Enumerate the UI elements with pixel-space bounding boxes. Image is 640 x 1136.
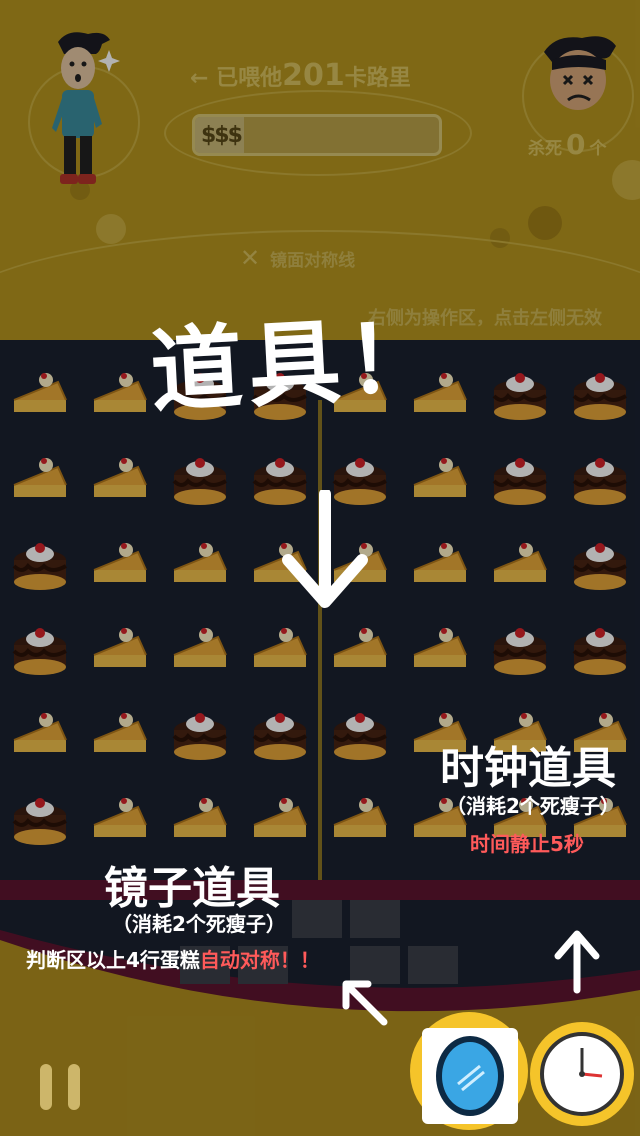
cheesecake-tile[interactable] <box>88 785 152 849</box>
cheesecake-tile[interactable] <box>168 615 232 679</box>
clock-tool-label: 时钟道具 <box>440 743 616 794</box>
cheesecake-tile[interactable] <box>88 700 152 764</box>
kill-suffix: 个 <box>589 139 607 159</box>
mirror-effect-text: 判断区以上4行蛋糕 <box>26 948 200 972</box>
cheesecake-tile[interactable] <box>168 530 232 594</box>
dead-man-icon <box>544 36 616 110</box>
thin-man-character <box>52 32 120 184</box>
chocolate-cake-tile[interactable] <box>8 615 72 679</box>
mirror-tool-icon <box>436 1036 504 1116</box>
kill-counter: 杀死 0 个 <box>528 128 606 161</box>
fed-value: 201 <box>282 58 345 93</box>
clock-tool-cost: （消耗2个死瘦子） <box>446 794 620 818</box>
calories-fed-label: ← 已喂他201卡路里 <box>190 58 440 93</box>
fed-prefix: ← 已喂他 <box>190 66 283 91</box>
arrow-up-icon <box>554 930 600 994</box>
decor-dot <box>528 206 562 240</box>
cheesecake-tile[interactable] <box>8 700 72 764</box>
kill-prefix: 杀死 <box>528 139 562 159</box>
chocolate-cake-tile[interactable] <box>8 785 72 849</box>
mirror-tool-effect: 判断区以上4行蛋糕自动对称！！ <box>26 944 320 973</box>
cheesecake-tile[interactable] <box>408 615 472 679</box>
mirror-tool-cost: （消耗2个死瘦子） <box>112 912 286 936</box>
arrow-down-icon <box>282 490 368 608</box>
cheesecake-tile[interactable] <box>328 615 392 679</box>
chocolate-cake-tile[interactable] <box>168 445 232 509</box>
cheesecake-tile[interactable] <box>408 445 472 509</box>
kill-value: 0 <box>566 128 586 161</box>
cheesecake-tile[interactable] <box>8 445 72 509</box>
tutorial-title: 道具！ <box>147 303 448 426</box>
decor-dot <box>612 160 640 200</box>
cheesecake-tile[interactable] <box>248 785 312 849</box>
cheesecake-tile[interactable] <box>88 445 152 509</box>
mirror-effect-highlight: 自动对称！！ <box>199 948 320 972</box>
mirror-tool-button[interactable] <box>410 1012 528 1130</box>
progress-stripes: $$$ <box>201 123 243 148</box>
clock-tool-icon <box>540 1032 624 1116</box>
chocolate-cake-tile[interactable] <box>568 445 632 509</box>
mirror-symmetry-line <box>318 400 322 900</box>
chocolate-cake-tile[interactable] <box>8 530 72 594</box>
cheesecake-tile[interactable] <box>8 360 72 424</box>
cheesecake-tile[interactable] <box>408 530 472 594</box>
arrow-diagonal-icon <box>342 980 388 1026</box>
mirror-tool-label: 镜子道具 <box>104 863 280 914</box>
pause-icon <box>40 1064 52 1110</box>
chocolate-cake-tile[interactable] <box>568 530 632 594</box>
mirror-line-legend: ✕ 镜面对称线 <box>240 244 355 272</box>
chocolate-cake-tile[interactable] <box>568 615 632 679</box>
chocolate-cake-tile[interactable] <box>568 360 632 424</box>
pause-icon-bar <box>68 1064 80 1110</box>
cheesecake-tile[interactable] <box>88 360 152 424</box>
chocolate-cake-tile[interactable] <box>328 700 392 764</box>
mirror-line-text: 镜面对称线 <box>270 251 356 271</box>
cheesecake-tile[interactable] <box>248 615 312 679</box>
cheesecake-tile[interactable] <box>328 785 392 849</box>
cheesecake-tile[interactable] <box>88 615 152 679</box>
cross-icon: ✕ <box>240 244 261 272</box>
clock-tool-button[interactable] <box>530 1022 634 1126</box>
pause-button[interactable] <box>40 1064 84 1110</box>
chocolate-cake-tile[interactable] <box>168 700 232 764</box>
fed-suffix: 卡路里 <box>344 66 411 91</box>
mirror-tool-frame <box>422 1028 518 1124</box>
chocolate-cake-tile[interactable] <box>488 360 552 424</box>
decor-dot <box>96 214 126 244</box>
chocolate-cake-tile[interactable] <box>248 700 312 764</box>
chocolate-cake-tile[interactable] <box>488 445 552 509</box>
cheesecake-tile[interactable] <box>488 530 552 594</box>
cheesecake-tile[interactable] <box>168 785 232 849</box>
cheesecake-tile[interactable] <box>88 530 152 594</box>
calorie-progress-bar: $$$ <box>192 114 442 156</box>
clock-tool-effect: 时间静止5秒 <box>470 832 584 856</box>
chocolate-cake-tile[interactable] <box>488 615 552 679</box>
